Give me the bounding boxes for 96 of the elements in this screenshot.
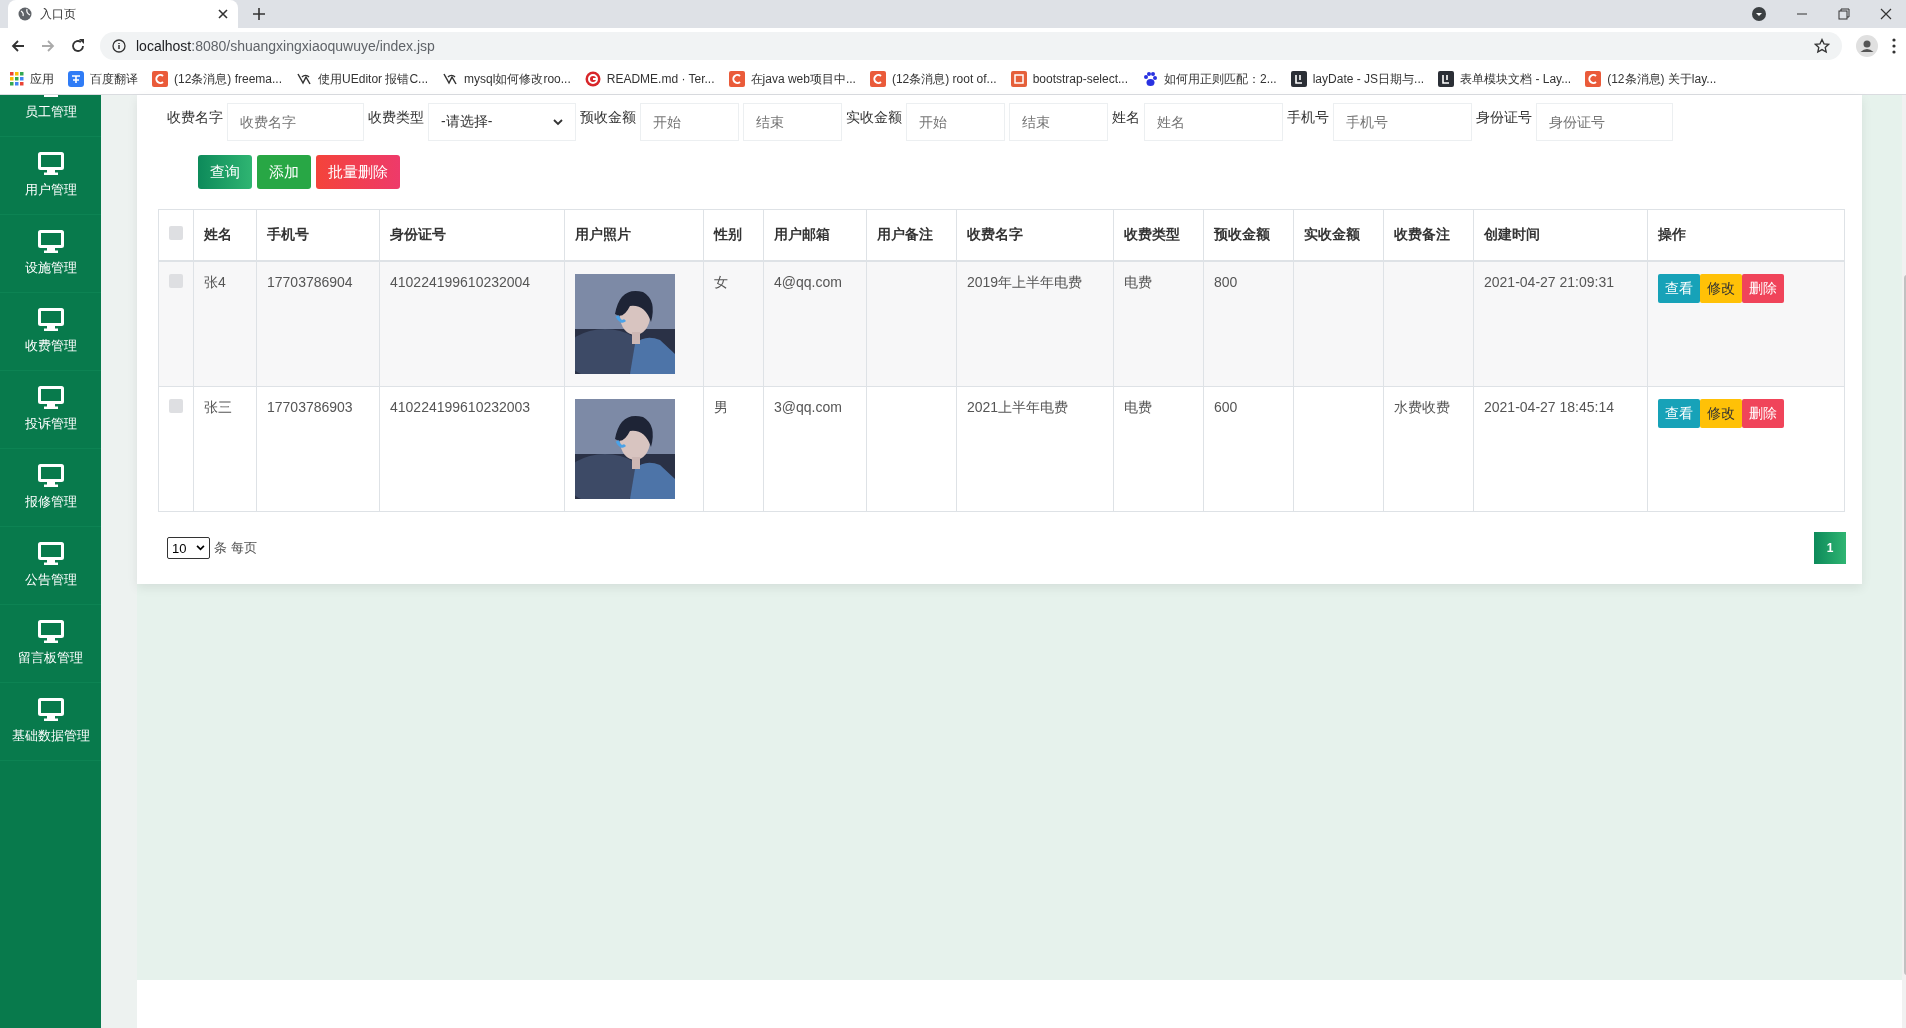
paw-icon bbox=[1142, 71, 1158, 87]
bookmark-link[interactable]: 在java web项目中... bbox=[750, 70, 856, 88]
new-tab-icon[interactable] bbox=[252, 7, 266, 21]
page-size-label: 条 每页 bbox=[214, 539, 258, 557]
table-cell: 4@qq.com bbox=[774, 274, 842, 290]
table-cell: 2021-04-27 21:09:31 bbox=[1484, 274, 1614, 290]
dropdown-icon[interactable] bbox=[1752, 7, 1766, 21]
filter-label: 姓名 bbox=[1112, 108, 1140, 127]
ring-logo-icon bbox=[584, 71, 601, 87]
bookmark-link[interactable]: bootstrap-select... bbox=[1032, 72, 1128, 86]
type-select[interactable]: -请选择- bbox=[428, 103, 576, 141]
letter-c-icon bbox=[869, 71, 886, 87]
restore-icon[interactable] bbox=[1838, 8, 1850, 20]
reload-icon[interactable] bbox=[70, 38, 86, 54]
table-cell: 410224199610232003 bbox=[390, 399, 531, 415]
dark-square-icon bbox=[1290, 71, 1307, 87]
bird-icon bbox=[442, 71, 459, 87]
table-cell: 2021-04-27 18:45:14 bbox=[1484, 399, 1614, 415]
caret-icon bbox=[196, 545, 206, 551]
bookmark-link[interactable]: (12条消息) 关于lay... bbox=[1607, 70, 1717, 88]
delete-button[interactable]: 删除 bbox=[1742, 399, 1784, 428]
bookmark-link[interactable]: (12条消息) root of... bbox=[891, 70, 997, 88]
info-icon bbox=[112, 39, 126, 53]
filter-input[interactable]: 手机号 bbox=[1333, 103, 1472, 141]
delete-button[interactable]: 删除 bbox=[1742, 274, 1784, 303]
filter-label: 身份证号 bbox=[1476, 108, 1532, 127]
filter-label: 收费类型 bbox=[368, 108, 424, 127]
monitor-icon bbox=[37, 620, 64, 643]
monitor-icon bbox=[37, 152, 64, 175]
back-icon[interactable] bbox=[10, 38, 26, 54]
menu-icon[interactable] bbox=[1892, 38, 1896, 54]
filter-input[interactable]: 开始 bbox=[906, 103, 1005, 141]
letter-c-icon bbox=[728, 71, 745, 87]
table-cell: 电费 bbox=[1124, 399, 1152, 415]
bird-icon bbox=[296, 71, 313, 87]
browser-tab[interactable]: 入口页 bbox=[8, 0, 238, 28]
filter-input[interactable]: 姓名 bbox=[1144, 103, 1283, 141]
page-size-select[interactable]: 10 bbox=[167, 537, 211, 559]
table-cell: 2019年上半年电费 bbox=[967, 274, 1083, 290]
edit-button[interactable]: 修改 bbox=[1700, 274, 1742, 303]
filter-input[interactable]: 结束 bbox=[1009, 103, 1108, 141]
bookmark-link[interactable]: 使用UEditor 报错C... bbox=[318, 70, 429, 88]
bookmark-link[interactable]: 表单模块文档 - Lay... bbox=[1460, 70, 1572, 88]
table-cell: 男 bbox=[714, 399, 728, 415]
monitor-icon bbox=[37, 464, 64, 487]
filter-label: 手机号 bbox=[1287, 108, 1329, 127]
bookmark-link[interactable]: README.md · Ter... bbox=[606, 72, 715, 86]
table-cell: 电费 bbox=[1124, 274, 1152, 290]
letter-c-icon bbox=[152, 71, 168, 87]
square-logo-icon bbox=[1010, 71, 1027, 87]
table-cell: 水费收费 bbox=[1394, 399, 1450, 415]
filter-label: 收费名字 bbox=[167, 108, 223, 127]
filter-label: 预收金额 bbox=[580, 108, 636, 127]
bookmark-link[interactable]: (12条消息) freema... bbox=[174, 70, 283, 88]
filter-label: 实收金额 bbox=[846, 108, 902, 127]
filter-input[interactable]: 开始 bbox=[640, 103, 739, 141]
bookmark-link[interactable]: 百度翻译 bbox=[90, 70, 138, 88]
table-cell: 张4 bbox=[204, 274, 226, 290]
monitor-icon bbox=[37, 542, 64, 565]
star-icon[interactable] bbox=[1814, 38, 1830, 54]
table-cell: 600 bbox=[1214, 399, 1238, 415]
table-cell: 张三 bbox=[204, 399, 232, 415]
row-checkbox[interactable] bbox=[169, 274, 183, 288]
filter-input[interactable]: 身份证号 bbox=[1536, 103, 1673, 141]
table-cell: 800 bbox=[1214, 274, 1238, 290]
monitor-icon bbox=[37, 308, 64, 331]
dark-square-icon bbox=[1438, 71, 1455, 87]
translate-icon bbox=[68, 71, 84, 87]
letter-c-icon bbox=[1585, 71, 1602, 87]
table-cell: 3@qq.com bbox=[774, 399, 842, 415]
search-button[interactable]: 查询 bbox=[198, 155, 252, 189]
edit-button[interactable]: 修改 bbox=[1700, 399, 1742, 428]
filter-input[interactable]: 收费名字 bbox=[227, 103, 364, 141]
bookmark-link[interactable]: 如何用正则匹配：2... bbox=[1164, 70, 1277, 88]
row-checkbox[interactable] bbox=[169, 399, 183, 413]
bookmark-link[interactable]: 应用 bbox=[30, 70, 54, 88]
caret-icon bbox=[553, 118, 563, 126]
table-cell: 17703786903 bbox=[267, 399, 353, 415]
profile-icon[interactable] bbox=[1856, 35, 1878, 57]
filter-input[interactable]: 结束 bbox=[743, 103, 842, 141]
table-cell: 女 bbox=[714, 274, 728, 290]
select-all-checkbox[interactable] bbox=[169, 226, 183, 240]
close-icon[interactable] bbox=[218, 9, 228, 19]
close-icon[interactable] bbox=[1880, 8, 1892, 20]
globe-icon bbox=[18, 7, 32, 21]
delete-button[interactable]: 批量删除 bbox=[316, 155, 400, 189]
table-cell: 410224199610232004 bbox=[390, 274, 531, 290]
monitor-icon bbox=[37, 230, 64, 253]
apps-grid-icon bbox=[10, 72, 24, 86]
table-cell: 17703786904 bbox=[267, 274, 353, 290]
monitor-icon bbox=[37, 386, 64, 409]
bookmark-link[interactable]: mysql如何修改roo... bbox=[464, 70, 571, 88]
table-cell: 2021上半年电费 bbox=[967, 399, 1069, 415]
bookmark-link[interactable]: layDate - JS日期与... bbox=[1312, 70, 1425, 88]
address-bar[interactable]: localhost:8080/shuangxingxiaoquwuye/index.jsp bbox=[100, 32, 1842, 60]
monitor-icon bbox=[37, 698, 64, 721]
